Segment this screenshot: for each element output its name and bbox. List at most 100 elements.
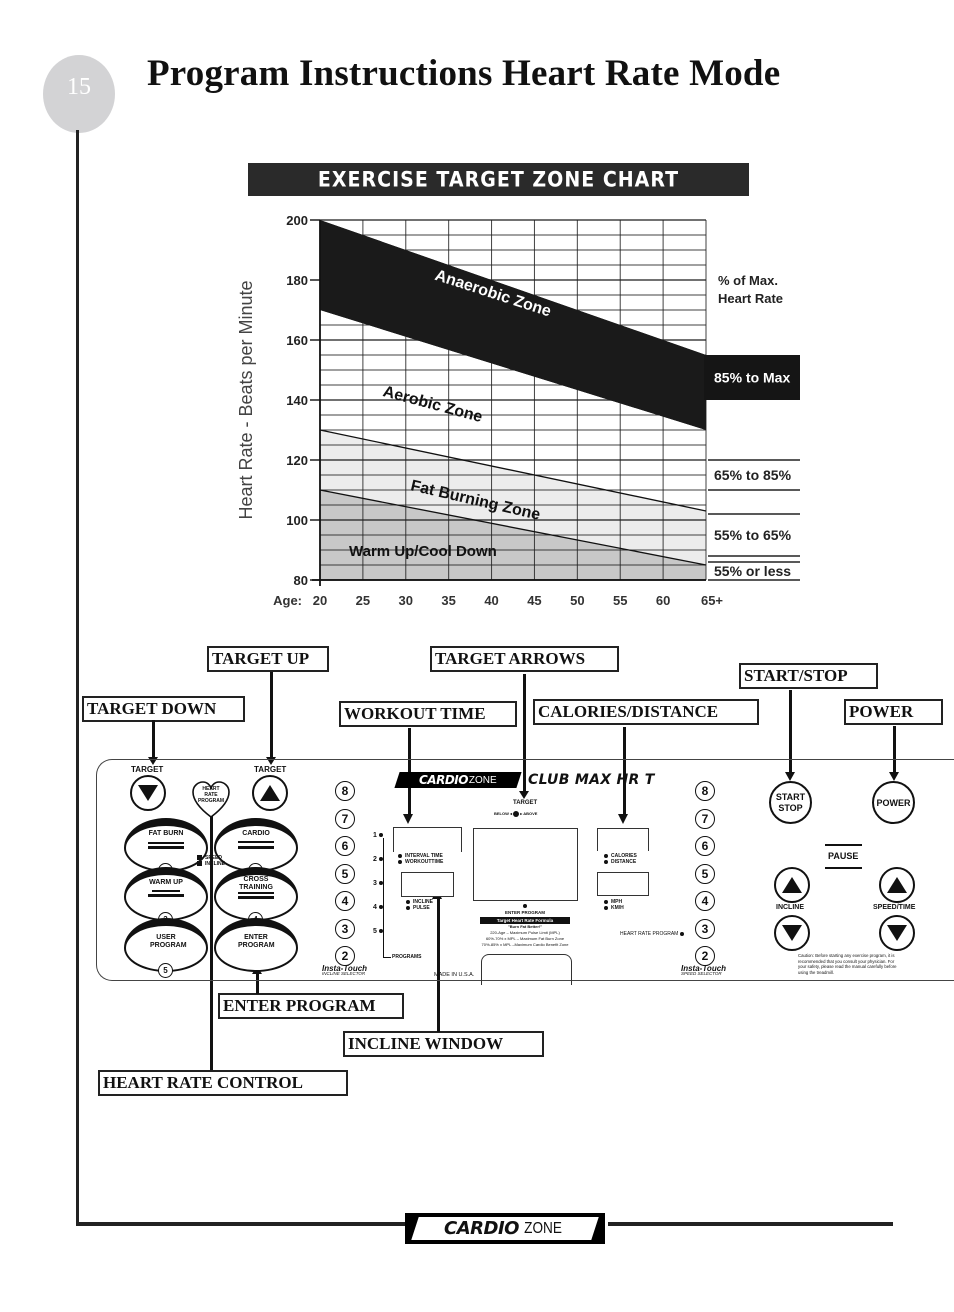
- led-icon: [679, 931, 684, 936]
- footer-brand-logo: CARDIO ZONE: [405, 1213, 605, 1244]
- callout-start-stop: START/STOP: [739, 663, 878, 689]
- led-icon: [378, 905, 383, 910]
- enter-program-button[interactable]: ENTER PROGRAM: [214, 918, 298, 972]
- left-rule: [76, 130, 79, 1226]
- pause-button[interactable]: PAUSE: [828, 851, 858, 861]
- program-user-button[interactable]: USER PROGRAM 5: [124, 918, 208, 978]
- speed-select-button-3[interactable]: 3: [695, 918, 715, 939]
- above-label: ABOVE: [523, 811, 538, 816]
- program-indicator-number: 4: [373, 904, 377, 911]
- square-icon: [197, 861, 202, 867]
- insta-touch-incline: Insta-Touch INCLINE SELECTOR: [322, 964, 367, 976]
- incline-select-button-5[interactable]: 5: [335, 863, 355, 884]
- down-triangle-icon: [887, 925, 907, 941]
- incline-select-button-7[interactable]: 7: [335, 808, 355, 829]
- led-icon: [398, 853, 402, 858]
- y-tick-label: 200: [286, 213, 308, 228]
- formula-line-3: 70%-85% x MPL –Maximum Cardio Benefit Zo…: [481, 942, 569, 947]
- program-indicator-number: 3: [373, 880, 377, 887]
- pause-rule-top: [825, 844, 862, 846]
- page-number-badge: 15: [43, 55, 115, 133]
- speed-select-button-5[interactable]: 5: [695, 863, 715, 884]
- led-icon: [406, 899, 410, 904]
- footer-rule-right: [608, 1222, 893, 1226]
- pulse-label: PULSE: [413, 905, 430, 911]
- speed-select-button-7[interactable]: 7: [695, 808, 715, 829]
- footer-brand-zone: ZONE: [524, 1219, 563, 1237]
- led-icon: [604, 853, 608, 858]
- legend-title: Heart Rate: [718, 291, 783, 306]
- x-tick-label: 40: [484, 593, 498, 608]
- speed-select-button-6[interactable]: 6: [695, 836, 715, 856]
- program-label: CROSS TRAINING: [239, 876, 273, 891]
- incline-select-button-4[interactable]: 4: [335, 891, 355, 911]
- program-indicator-2: 2: [373, 856, 383, 863]
- exercise-zone-chart: 80 100 120 140 160 180 200 20 25 30 35 40 45 50 55 60 65…: [236, 213, 800, 608]
- program-indicator-line: [383, 838, 384, 958]
- speed-time-down-button[interactable]: [879, 915, 915, 951]
- kmh-indicator: KM/H: [604, 905, 624, 912]
- stop-label: STOP: [778, 802, 803, 813]
- up-triangle-icon: [887, 877, 907, 893]
- x-tick-label: 45: [527, 593, 541, 608]
- incline-pulse-window: [401, 872, 454, 897]
- speed-time-up-button[interactable]: [879, 867, 915, 903]
- speed-select-button-8[interactable]: 8: [695, 781, 715, 801]
- program-warm-up-button[interactable]: WARM UP 3: [124, 867, 208, 927]
- led-icon: [406, 905, 410, 910]
- x-tick-label: 20: [313, 593, 327, 608]
- model-name: CLUB MAX HR T: [528, 772, 655, 788]
- led-icon: [378, 929, 383, 934]
- brand-zone: ZONE: [469, 774, 497, 786]
- enter-program-led: [523, 904, 527, 908]
- start-label: START: [775, 791, 806, 802]
- x-tick-label: 35: [441, 593, 455, 608]
- profile-bar: [238, 896, 274, 899]
- programs-label: PROGRAMS: [392, 954, 422, 960]
- start-stop-button[interactable]: START STOP: [769, 781, 812, 824]
- footer-brand-cardio: CARDIO: [444, 1218, 520, 1239]
- program-fat-burn-button[interactable]: FAT BURN 1: [124, 818, 208, 878]
- target-center-label: TARGET: [513, 800, 538, 806]
- target-up-button[interactable]: [252, 775, 288, 811]
- speed-window: [597, 872, 649, 896]
- program-indicator-5: 5: [373, 928, 383, 935]
- panel-brand-logo: CARDIO ZONE: [394, 772, 522, 788]
- led-icon: [378, 881, 383, 886]
- profile-bar: [238, 841, 274, 843]
- heart-rate-program-indicator-label: HEART RATE PROGRAM: [620, 931, 679, 937]
- program-cardio-button[interactable]: CARDIO 2: [214, 818, 298, 878]
- incline-select-button-8[interactable]: 8: [335, 781, 355, 801]
- heart-rate-program-label: HEART RATE PROGRAM: [197, 786, 225, 804]
- led-icon: [604, 899, 608, 904]
- down-triangle-icon: [782, 925, 802, 941]
- incline-select-button-3[interactable]: 3: [335, 918, 355, 939]
- target-down-button[interactable]: [130, 775, 166, 811]
- led-icon: [398, 859, 402, 864]
- incline-select-button-2[interactable]: 2: [335, 946, 355, 966]
- incline-down-button[interactable]: [774, 915, 810, 951]
- down-triangle-icon: [138, 785, 158, 801]
- program-cross-training-button[interactable]: CROSS TRAINING 4: [214, 867, 298, 927]
- incline-up-button[interactable]: [774, 867, 810, 903]
- profile-bar: [238, 892, 274, 894]
- legend-entry: 85% to Max: [714, 370, 790, 386]
- up-triangle-icon: [260, 785, 280, 801]
- program-label: WARM UP: [149, 879, 183, 886]
- callout-power: POWER: [844, 699, 943, 725]
- footer-rule-left: [76, 1222, 406, 1226]
- speed-select-button-4[interactable]: 4: [695, 891, 715, 911]
- speed-select-button-2[interactable]: 2: [695, 946, 715, 966]
- legend-entry: 55% to 65%: [714, 527, 792, 543]
- incline-selector-label: INCLINE SELECTOR: [322, 971, 366, 976]
- main-display-window: [473, 828, 578, 901]
- caution-text: Caution: Before starting any exercise pr…: [798, 953, 897, 975]
- pulse-indicator: PULSE: [406, 905, 430, 912]
- power-label: POWER: [876, 797, 911, 808]
- incline-select-button-6[interactable]: 6: [335, 836, 355, 856]
- y-tick-label: 140: [286, 393, 308, 408]
- x-tick-label: 55: [613, 593, 627, 608]
- calories-distance-window: [597, 828, 649, 851]
- program-indicator-3: 3: [373, 880, 383, 887]
- power-button[interactable]: POWER: [872, 781, 915, 824]
